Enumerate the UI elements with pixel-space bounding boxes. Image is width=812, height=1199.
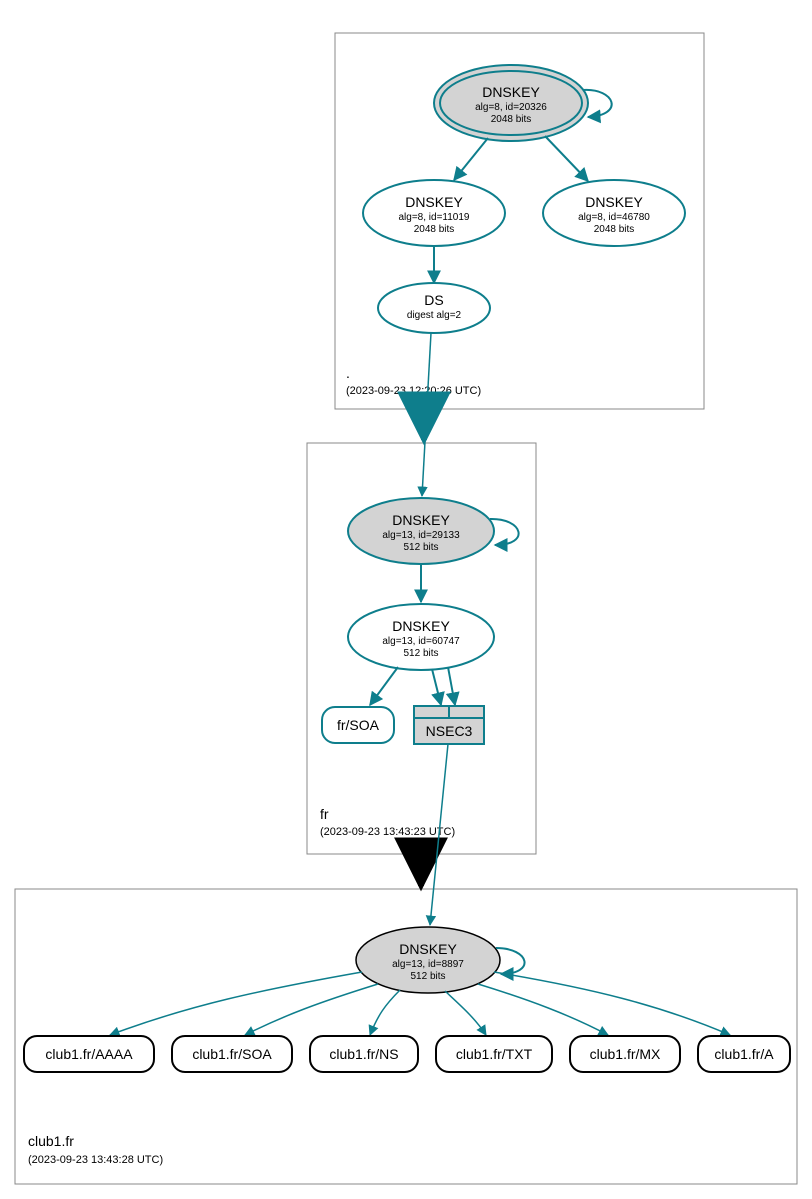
svg-text:club1.fr/NS: club1.fr/NS	[329, 1046, 398, 1062]
node-root-zsk2: DNSKEY alg=8, id=46780 2048 bits	[543, 180, 685, 246]
svg-text:DNSKEY: DNSKEY	[585, 194, 643, 210]
svg-text:club1.fr/A: club1.fr/A	[714, 1046, 774, 1062]
svg-text:512 bits: 512 bits	[403, 648, 438, 659]
zone-club1-timestamp: (2023-09-23 13:43:28 UTC)	[28, 1154, 163, 1166]
node-root-ds: DS digest alg=2	[378, 283, 490, 333]
node-root-zsk1: DNSKEY alg=8, id=11019 2048 bits	[363, 180, 505, 246]
svg-text:2048 bits: 2048 bits	[491, 114, 532, 125]
svg-text:alg=8, id=20326: alg=8, id=20326	[475, 102, 547, 113]
node-club1-ns: club1.fr/NS	[310, 1036, 418, 1072]
zone-fr-timestamp: (2023-09-23 13:43:23 UTC)	[320, 826, 455, 838]
svg-text:club1.fr/TXT: club1.fr/TXT	[456, 1046, 533, 1062]
svg-text:club1.fr/MX: club1.fr/MX	[590, 1046, 661, 1062]
svg-text:DNSKEY: DNSKEY	[482, 84, 540, 100]
svg-text:DNSKEY: DNSKEY	[405, 194, 463, 210]
svg-text:DNSKEY: DNSKEY	[392, 618, 450, 634]
svg-text:digest alg=2: digest alg=2	[407, 310, 462, 321]
svg-text:NSEC3: NSEC3	[426, 723, 473, 739]
node-root-ksk: DNSKEY alg=8, id=20326 2048 bits	[434, 65, 588, 141]
svg-text:512 bits: 512 bits	[410, 971, 445, 982]
svg-text:alg=13, id=8897: alg=13, id=8897	[392, 959, 464, 970]
node-club1-soa: club1.fr/SOA	[172, 1036, 292, 1072]
svg-text:alg=8, id=11019: alg=8, id=11019	[399, 212, 470, 223]
node-club1-aaaa: club1.fr/AAAA	[24, 1036, 154, 1072]
svg-text:DNSKEY: DNSKEY	[392, 512, 450, 528]
svg-text:2048 bits: 2048 bits	[414, 224, 455, 235]
svg-text:DS: DS	[424, 292, 443, 308]
svg-text:alg=13, id=60747: alg=13, id=60747	[382, 636, 460, 647]
node-fr-soa: fr/SOA	[322, 707, 394, 743]
svg-text:club1.fr/AAAA: club1.fr/AAAA	[45, 1046, 133, 1062]
svg-text:alg=8, id=46780: alg=8, id=46780	[578, 212, 650, 223]
zone-root-name: .	[346, 365, 350, 381]
svg-text:512 bits: 512 bits	[403, 542, 438, 553]
zone-fr-name: fr	[320, 806, 329, 822]
node-club1-a: club1.fr/A	[698, 1036, 790, 1072]
zone-club1-name: club1.fr	[28, 1133, 74, 1149]
node-club1-mx: club1.fr/MX	[570, 1036, 680, 1072]
svg-text:2048 bits: 2048 bits	[594, 224, 635, 235]
node-club1-ksk: DNSKEY alg=13, id=8897 512 bits	[356, 927, 500, 993]
svg-text:fr/SOA: fr/SOA	[337, 717, 380, 733]
svg-text:DNSKEY: DNSKEY	[399, 941, 457, 957]
svg-text:alg=13, id=29133: alg=13, id=29133	[382, 530, 460, 541]
node-fr-ksk: DNSKEY alg=13, id=29133 512 bits	[348, 498, 494, 564]
node-fr-nsec3: NSEC3	[414, 706, 484, 744]
zone-root-timestamp: (2023-09-23 12:20:26 UTC)	[346, 385, 481, 397]
svg-text:club1.fr/SOA: club1.fr/SOA	[192, 1046, 272, 1062]
node-club1-txt: club1.fr/TXT	[436, 1036, 552, 1072]
node-fr-zsk: DNSKEY alg=13, id=60747 512 bits	[348, 604, 494, 670]
